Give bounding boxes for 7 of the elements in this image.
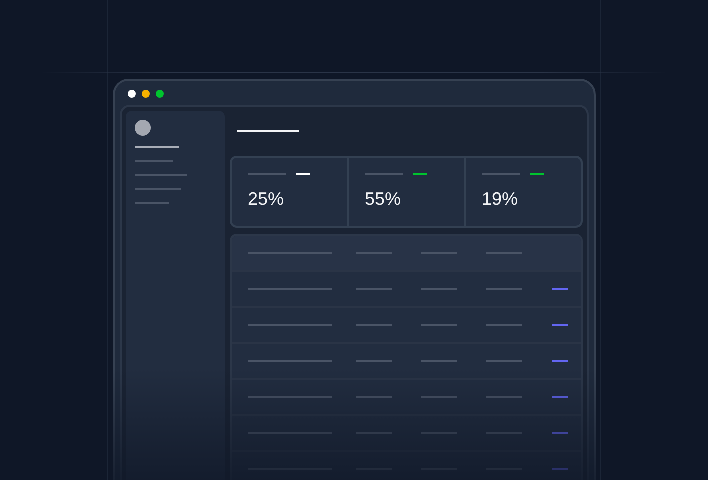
stat-value: 55% (365, 189, 402, 209)
window-control-dot[interactable] (128, 90, 136, 98)
avatar-circle (135, 120, 151, 136)
stat-value: 25% (248, 189, 286, 209)
window-control-dot[interactable] (142, 90, 150, 98)
window-control-dot[interactable] (156, 90, 164, 98)
stat-value: 19% (482, 189, 520, 209)
